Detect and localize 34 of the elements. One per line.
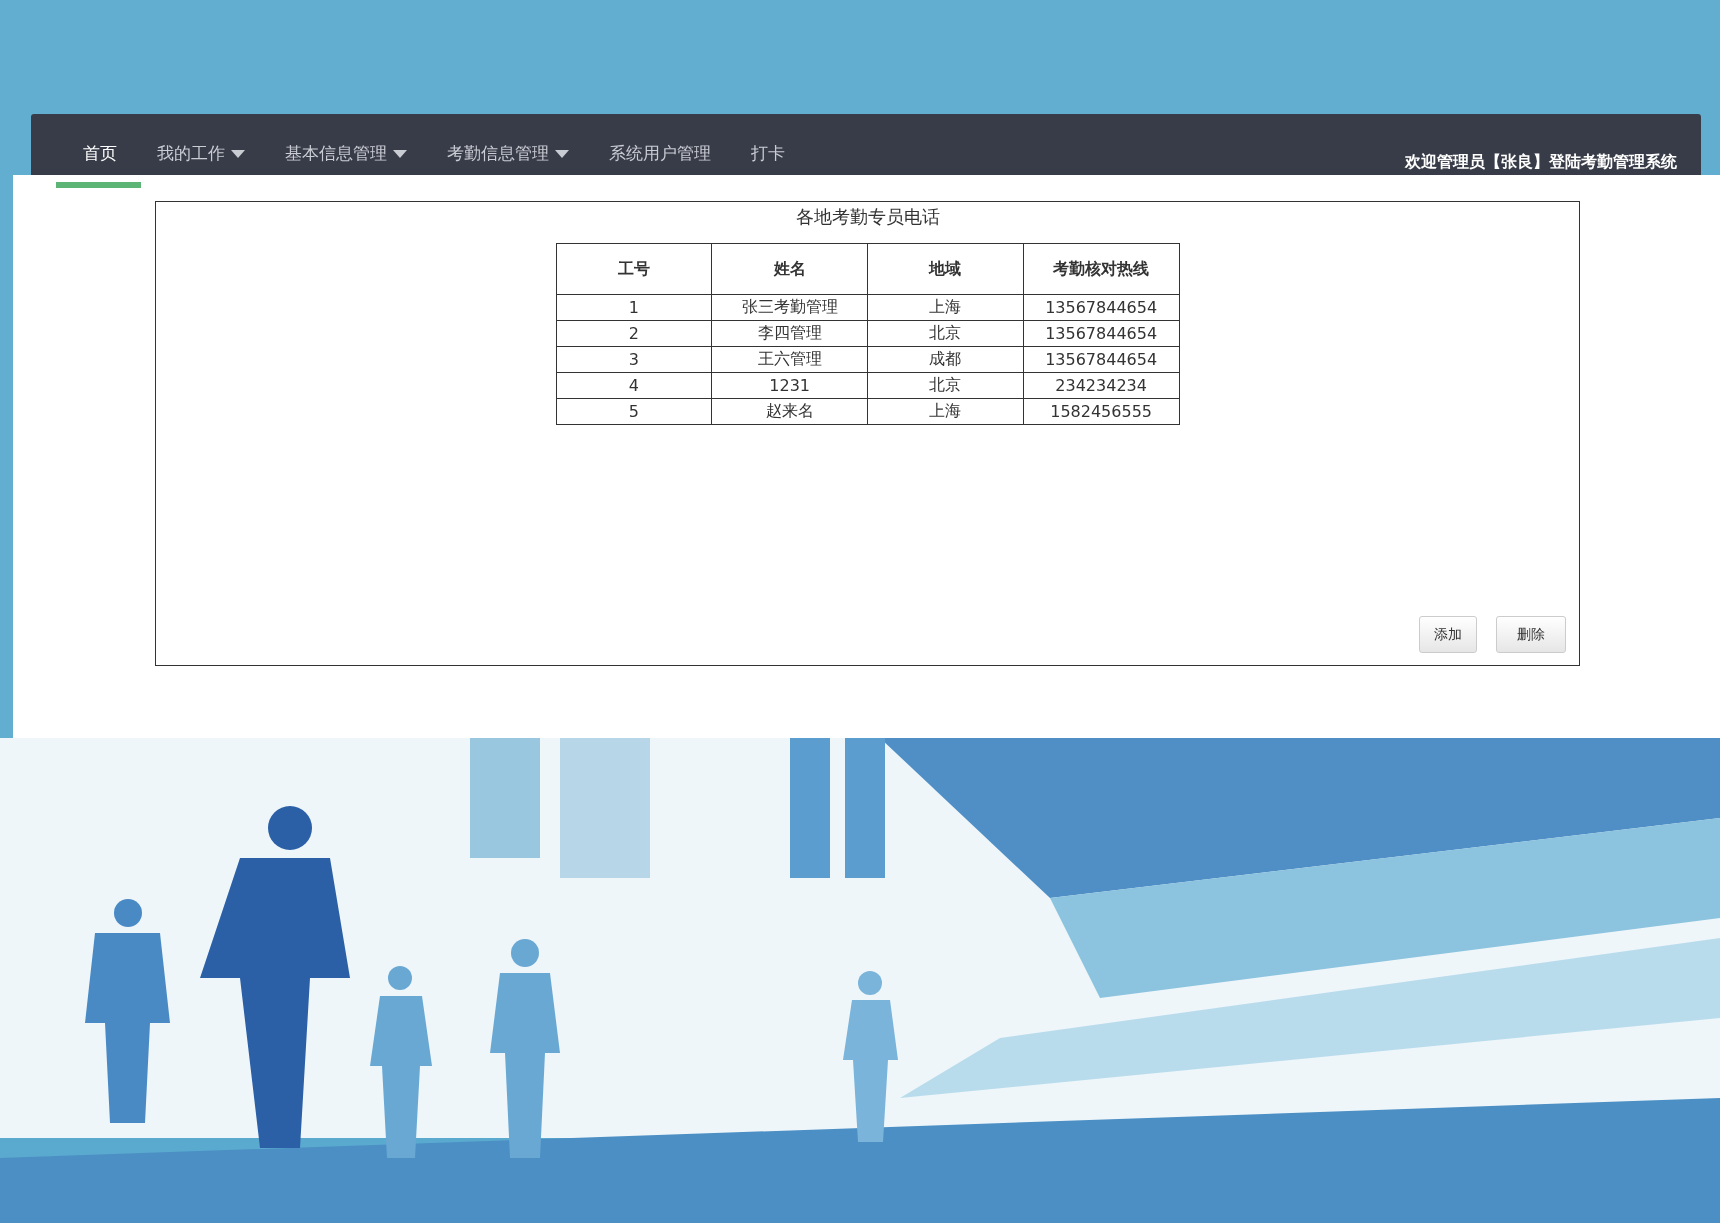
- welcome-text: 欢迎管理员【张良】登陆考勤管理系统: [1405, 152, 1677, 173]
- table-cell: 上海: [867, 398, 1024, 425]
- panel-title: 各地考勤专员电话: [795, 205, 940, 229]
- column-header: 工号: [556, 243, 712, 295]
- nav-item[interactable]: 打卡: [737, 138, 799, 169]
- table-cell: 1: [556, 294, 712, 321]
- nav-item[interactable]: 系统用户管理: [595, 138, 725, 169]
- column-header: 姓名: [711, 243, 868, 295]
- table-cell: 北京: [867, 320, 1024, 347]
- table-cell: 1231: [711, 372, 868, 399]
- table-cell: 3: [556, 346, 712, 373]
- table-cell: 5: [556, 398, 712, 425]
- table-cell: 2: [556, 320, 712, 347]
- table-cell: 13567844654: [1023, 320, 1179, 347]
- table-cell: 1582456555: [1023, 398, 1179, 425]
- table-cell: 北京: [867, 372, 1024, 399]
- nav-item[interactable]: 我的工作: [143, 138, 259, 169]
- table-cell: 上海: [867, 294, 1024, 321]
- table-cell: 4: [556, 372, 712, 399]
- table-cell: 赵来名: [711, 398, 868, 425]
- table-cell: 13567844654: [1023, 346, 1179, 373]
- table-cell: 13567844654: [1023, 294, 1179, 321]
- table-cell: 成都: [867, 346, 1024, 373]
- table-cell: 234234234: [1023, 372, 1179, 399]
- action-button[interactable]: 添加: [1419, 616, 1477, 653]
- column-header: 地域: [867, 243, 1024, 295]
- column-header: 考勤核对热线: [1023, 243, 1179, 295]
- action-button[interactable]: 删除: [1496, 616, 1566, 653]
- nav-item[interactable]: 考勤信息管理: [433, 138, 583, 169]
- table-cell: 张三考勤管理: [711, 294, 868, 321]
- nav-item[interactable]: 首页: [69, 138, 131, 169]
- table-cell: 王六管理: [711, 346, 868, 373]
- table-cell: 李四管理: [711, 320, 868, 347]
- nav-item[interactable]: 基本信息管理: [271, 138, 421, 169]
